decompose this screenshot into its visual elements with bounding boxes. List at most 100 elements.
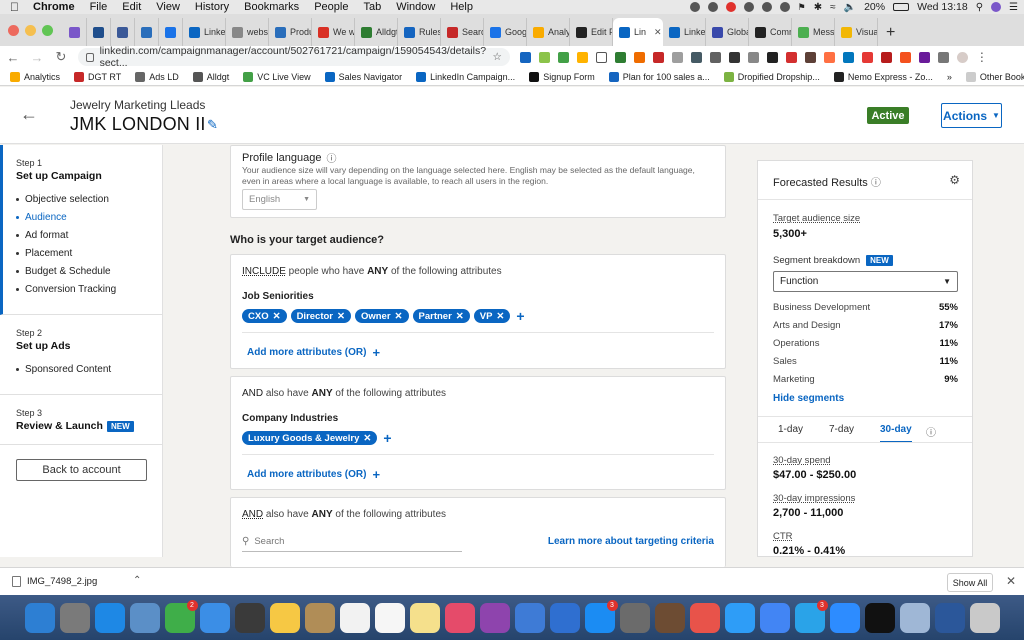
status-icon[interactable] <box>707 2 718 12</box>
bookmark-item[interactable]: Plan for 100 sales a... <box>608 71 710 82</box>
substep-audience[interactable]: Audience <box>16 212 146 223</box>
browser-tab[interactable]: Googl <box>484 18 527 46</box>
bookmark-item[interactable]: Alldgt <box>192 71 229 82</box>
add-industry-plus-icon[interactable]: + <box>383 430 391 446</box>
bookmark-item[interactable]: VC Live View <box>243 71 311 82</box>
extension-icon[interactable] <box>576 51 588 63</box>
tab-7-day[interactable]: 7-day <box>829 424 854 435</box>
menu-file[interactable]: File <box>90 1 108 13</box>
extension-icon[interactable] <box>937 51 949 63</box>
dock-app-icon[interactable] <box>59 602 90 633</box>
dock-app-icon[interactable] <box>619 602 650 633</box>
close-tab-icon[interactable]: ✕ <box>654 27 662 38</box>
battery-percent[interactable]: 20% <box>864 1 885 13</box>
dock-app-icon[interactable] <box>304 602 335 633</box>
extension-icon[interactable] <box>519 51 531 63</box>
browser-tab[interactable] <box>135 18 159 46</box>
extension-icon[interactable] <box>633 51 645 63</box>
dock-app-icon[interactable] <box>689 602 720 633</box>
dock-app-icon[interactable] <box>409 602 440 633</box>
remove-x-icon[interactable]: ✕ <box>496 311 504 322</box>
substep-sponsored-content[interactable]: Sponsored Content <box>16 364 146 375</box>
bookmark-item[interactable]: Ads LD <box>135 71 179 82</box>
browser-tab[interactable]: Alldgt <box>355 18 398 46</box>
extension-icon[interactable] <box>652 51 664 63</box>
remove-x-icon[interactable]: ✕ <box>456 311 464 322</box>
dock-app-icon[interactable] <box>479 602 510 633</box>
dock-app-icon[interactable] <box>374 602 405 633</box>
add-more-attributes-link[interactable]: Add more attributes (OR) + <box>231 467 725 482</box>
back-to-account-button[interactable]: Back to account <box>16 459 147 481</box>
new-tab-button[interactable]: + <box>878 24 903 46</box>
browser-tab[interactable] <box>159 18 183 46</box>
flag-icon[interactable]: ⚑ <box>798 2 806 13</box>
minimize-window-icon[interactable] <box>25 25 36 36</box>
bookmark-item[interactable]: Signup Form <box>529 71 595 82</box>
more-bookmarks-icon[interactable]: » <box>947 72 952 82</box>
browser-tab[interactable]: Lin ✕ <box>613 18 663 46</box>
chrome-menu-icon[interactable]: ⋮ <box>976 50 988 64</box>
volume-icon[interactable]: 🔈 <box>844 2 856 13</box>
extension-icon[interactable] <box>861 51 873 63</box>
tab-30-day[interactable]: 30-day <box>880 424 912 443</box>
bookmark-item[interactable]: LinkedIn Campaign... <box>416 71 515 82</box>
extension-icon[interactable] <box>785 51 797 63</box>
browser-tab[interactable]: Produ <box>269 18 312 46</box>
extension-icon[interactable] <box>595 51 607 63</box>
other-bookmarks[interactable]: Other Bookmarks <box>965 71 1024 82</box>
extension-icon[interactable] <box>899 51 911 63</box>
extension-icon[interactable] <box>823 51 835 63</box>
help-icon[interactable]: ⓘ <box>327 150 337 165</box>
bookmark-item[interactable]: Nemo Express - Zo... <box>833 71 933 82</box>
menu-window[interactable]: Window <box>396 1 435 13</box>
browser-tab[interactable]: websit <box>226 18 269 46</box>
pill-luxury-goods-jewelry[interactable]: Luxury Goods & Jewelry ✕ <box>242 431 378 445</box>
browser-tab[interactable]: Searc <box>441 18 484 46</box>
learn-more-targeting-link[interactable]: Learn more about targeting criteria <box>548 536 714 547</box>
dock-app-icon[interactable] <box>864 602 895 633</box>
extension-icon[interactable] <box>690 51 702 63</box>
browser-tab[interactable] <box>87 18 111 46</box>
attribute-search-input[interactable]: ⚲ Search <box>242 532 462 552</box>
dock-app-icon[interactable] <box>759 602 790 633</box>
browser-tab[interactable]: Global <box>706 18 749 46</box>
hide-segments-link[interactable]: Hide segments <box>773 393 844 404</box>
spotlight-search-icon[interactable]: ⚲ <box>976 2 983 13</box>
reload-icon[interactable]: ↻ <box>54 49 68 65</box>
menu-chrome[interactable]: Chrome <box>33 1 75 13</box>
dock-app-icon[interactable] <box>934 602 965 633</box>
menu-history[interactable]: History <box>195 1 229 13</box>
segment-select[interactable]: Function ▼ <box>773 271 958 292</box>
remove-x-icon[interactable]: ✕ <box>337 311 345 322</box>
dock-app-icon[interactable] <box>129 602 160 633</box>
clock[interactable]: Wed 13:18 <box>917 1 968 13</box>
substep-conversion-tracking[interactable]: Conversion Tracking <box>16 284 146 295</box>
browser-tab[interactable]: Rules <box>398 18 441 46</box>
status-icon[interactable] <box>689 2 700 12</box>
extension-icon[interactable] <box>671 51 683 63</box>
extension-icon[interactable] <box>918 51 930 63</box>
address-bar[interactable]: linkedin.com/campaignmanager/account/502… <box>78 45 510 69</box>
dock-app-icon[interactable] <box>94 602 125 633</box>
pill-partner[interactable]: Partner ✕ <box>412 309 470 323</box>
extension-icon[interactable] <box>614 51 626 63</box>
bookmark-item[interactable]: Dropified Dropship... <box>723 71 820 82</box>
notification-center-icon[interactable]: ☰ <box>1009 2 1018 13</box>
dock-app-icon[interactable]: 2 <box>164 599 198 633</box>
profile-avatar[interactable] <box>956 51 968 63</box>
extension-icon[interactable] <box>709 51 721 63</box>
pill-owner[interactable]: Owner ✕ <box>354 309 409 323</box>
dock-app-icon[interactable] <box>24 602 55 633</box>
bookmark-item[interactable]: Analytics <box>10 71 60 82</box>
browser-tab[interactable]: Linked <box>663 18 706 46</box>
remove-x-icon[interactable]: ✕ <box>363 433 371 444</box>
dock-app-icon[interactable] <box>234 602 265 633</box>
dock-app-icon[interactable] <box>829 602 860 633</box>
dock-app-icon[interactable] <box>654 602 685 633</box>
close-window-icon[interactable] <box>8 25 19 36</box>
browser-tab[interactable]: Linked <box>183 18 226 46</box>
show-all-button[interactable]: Show All <box>947 573 993 592</box>
dock-app-icon[interactable] <box>514 602 545 633</box>
browser-tab[interactable]: We wi <box>312 18 355 46</box>
dock-app-icon[interactable] <box>339 602 370 633</box>
